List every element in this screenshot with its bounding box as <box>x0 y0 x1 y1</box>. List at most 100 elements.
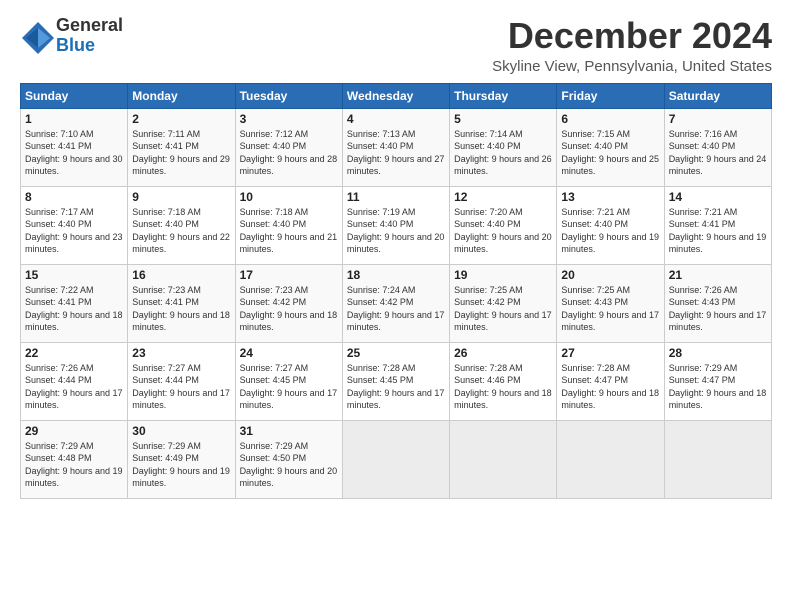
col-friday: Friday <box>557 83 664 108</box>
table-row: 18 Sunrise: 7:24 AMSunset: 4:42 PMDayligh… <box>342 264 449 342</box>
table-row: 23Sunrise: 7:27 AMSunset: 4:44 PMDayligh… <box>128 342 235 420</box>
day-info: Sunrise: 7:10 AMSunset: 4:41 PMDaylight:… <box>25 128 123 178</box>
day-info: Sunrise: 7:23 AMSunset: 4:42 PMDaylight:… <box>240 284 338 334</box>
table-row <box>342 420 449 498</box>
table-row: 26 Sunrise: 7:28 AMSunset: 4:46 PMDayligh… <box>450 342 557 420</box>
calendar-week-row: 1 Sunrise: 7:10 AMSunset: 4:41 PMDaylight… <box>21 108 772 186</box>
day-info: Sunrise: 7:11 AMSunset: 4:41 PMDaylight:… <box>132 128 230 178</box>
day-number: 12 <box>454 190 552 204</box>
day-info: Sunrise: 7:12 AMSunset: 4:40 PMDaylight:… <box>240 128 338 178</box>
logo-blue-label: Blue <box>56 36 123 56</box>
day-number: 17 <box>240 268 338 282</box>
day-info: Sunrise: 7:28 AMSunset: 4:45 PMDaylight:… <box>347 362 445 412</box>
calendar-week-row: 8 Sunrise: 7:17 AMSunset: 4:40 PMDaylight… <box>21 186 772 264</box>
location-title: Skyline View, Pennsylvania, United State… <box>492 58 772 75</box>
day-info: Sunrise: 7:18 AMSunset: 4:40 PMDaylight:… <box>240 206 338 256</box>
table-row: 14 Sunrise: 7:21 AMSunset: 4:41 PMDayligh… <box>664 186 771 264</box>
col-wednesday: Wednesday <box>342 83 449 108</box>
calendar-week-row: 15 Sunrise: 7:22 AMSunset: 4:41 PMDayligh… <box>21 264 772 342</box>
day-number: 28 <box>669 346 767 360</box>
day-info: Sunrise: 7:25 AMSunset: 4:42 PMDaylight:… <box>454 284 552 334</box>
logo: General Blue <box>20 16 123 56</box>
table-row: 8 Sunrise: 7:17 AMSunset: 4:40 PMDaylight… <box>21 186 128 264</box>
table-row: 27Sunrise: 7:28 AMSunset: 4:47 PMDayligh… <box>557 342 664 420</box>
day-number: 18 <box>347 268 445 282</box>
table-row: 11Sunrise: 7:19 AMSunset: 4:40 PMDayligh… <box>342 186 449 264</box>
table-row: 7Sunrise: 7:16 AMSunset: 4:40 PMDaylight… <box>664 108 771 186</box>
day-number: 7 <box>669 112 767 126</box>
col-monday: Monday <box>128 83 235 108</box>
day-number: 19 <box>454 268 552 282</box>
day-info: Sunrise: 7:21 AMSunset: 4:41 PMDaylight:… <box>669 206 767 256</box>
day-number: 2 <box>132 112 230 126</box>
day-info: Sunrise: 7:14 AMSunset: 4:40 PMDaylight:… <box>454 128 552 178</box>
table-row <box>557 420 664 498</box>
table-row: 2 Sunrise: 7:11 AMSunset: 4:41 PMDaylight… <box>128 108 235 186</box>
day-number: 14 <box>669 190 767 204</box>
table-row: 17 Sunrise: 7:23 AMSunset: 4:42 PMDayligh… <box>235 264 342 342</box>
table-row: 28 Sunrise: 7:29 AMSunset: 4:47 PMDayligh… <box>664 342 771 420</box>
table-row: 3 Sunrise: 7:12 AMSunset: 4:40 PMDaylight… <box>235 108 342 186</box>
day-number: 30 <box>132 424 230 438</box>
table-row: 1 Sunrise: 7:10 AMSunset: 4:41 PMDaylight… <box>21 108 128 186</box>
col-tuesday: Tuesday <box>235 83 342 108</box>
day-info: Sunrise: 7:28 AMSunset: 4:47 PMDaylight:… <box>561 362 659 412</box>
day-number: 26 <box>454 346 552 360</box>
calendar-week-row: 22 Sunrise: 7:26 AMSunset: 4:44 PMDayligh… <box>21 342 772 420</box>
table-row: 31 Sunrise: 7:29 AMSunset: 4:50 PMDayligh… <box>235 420 342 498</box>
day-info: Sunrise: 7:29 AMSunset: 4:47 PMDaylight:… <box>669 362 767 412</box>
logo-general-label: General <box>56 16 123 36</box>
day-number: 21 <box>669 268 767 282</box>
day-info: Sunrise: 7:24 AMSunset: 4:42 PMDaylight:… <box>347 284 445 334</box>
day-info: Sunrise: 7:13 AMSunset: 4:40 PMDaylight:… <box>347 128 445 178</box>
table-row: 5 Sunrise: 7:14 AMSunset: 4:40 PMDaylight… <box>450 108 557 186</box>
table-row: 15 Sunrise: 7:22 AMSunset: 4:41 PMDayligh… <box>21 264 128 342</box>
day-info: Sunrise: 7:26 AMSunset: 4:43 PMDaylight:… <box>669 284 767 334</box>
table-row: 10 Sunrise: 7:18 AMSunset: 4:40 PMDayligh… <box>235 186 342 264</box>
day-number: 25 <box>347 346 445 360</box>
col-thursday: Thursday <box>450 83 557 108</box>
day-number: 10 <box>240 190 338 204</box>
day-info: Sunrise: 7:15 AMSunset: 4:40 PMDaylight:… <box>561 128 659 178</box>
day-info: Sunrise: 7:26 AMSunset: 4:44 PMDaylight:… <box>25 362 123 412</box>
day-number: 4 <box>347 112 445 126</box>
day-number: 11 <box>347 190 445 204</box>
day-info: Sunrise: 7:27 AMSunset: 4:44 PMDaylight:… <box>132 362 230 412</box>
day-number: 24 <box>240 346 338 360</box>
table-row: 24Sunrise: 7:27 AMSunset: 4:45 PMDayligh… <box>235 342 342 420</box>
table-row: 19 Sunrise: 7:25 AMSunset: 4:42 PMDayligh… <box>450 264 557 342</box>
day-info: Sunrise: 7:28 AMSunset: 4:46 PMDaylight:… <box>454 362 552 412</box>
calendar-week-row: 29 Sunrise: 7:29 AMSunset: 4:48 PMDayligh… <box>21 420 772 498</box>
day-info: Sunrise: 7:23 AMSunset: 4:41 PMDaylight:… <box>132 284 230 334</box>
day-info: Sunrise: 7:18 AMSunset: 4:40 PMDaylight:… <box>132 206 230 256</box>
day-info: Sunrise: 7:25 AMSunset: 4:43 PMDaylight:… <box>561 284 659 334</box>
title-block: December 2024 Skyline View, Pennsylvania… <box>492 16 772 75</box>
day-number: 8 <box>25 190 123 204</box>
table-row: 4 Sunrise: 7:13 AMSunset: 4:40 PMDaylight… <box>342 108 449 186</box>
day-info: Sunrise: 7:21 AMSunset: 4:40 PMDaylight:… <box>561 206 659 256</box>
day-number: 1 <box>25 112 123 126</box>
day-number: 20 <box>561 268 659 282</box>
day-number: 6 <box>561 112 659 126</box>
day-number: 16 <box>132 268 230 282</box>
table-row: 30 Sunrise: 7:29 AMSunset: 4:49 PMDayligh… <box>128 420 235 498</box>
table-row: 13Sunrise: 7:21 AMSunset: 4:40 PMDayligh… <box>557 186 664 264</box>
day-number: 3 <box>240 112 338 126</box>
day-number: 15 <box>25 268 123 282</box>
day-number: 22 <box>25 346 123 360</box>
col-saturday: Saturday <box>664 83 771 108</box>
table-row: 20 Sunrise: 7:25 AMSunset: 4:43 PMDayligh… <box>557 264 664 342</box>
day-number: 31 <box>240 424 338 438</box>
table-row: 16 Sunrise: 7:23 AMSunset: 4:41 PMDayligh… <box>128 264 235 342</box>
day-info: Sunrise: 7:17 AMSunset: 4:40 PMDaylight:… <box>25 206 123 256</box>
logo-icon <box>20 20 52 52</box>
day-info: Sunrise: 7:22 AMSunset: 4:41 PMDaylight:… <box>25 284 123 334</box>
day-number: 5 <box>454 112 552 126</box>
month-title: December 2024 <box>492 16 772 56</box>
col-sunday: Sunday <box>21 83 128 108</box>
day-info: Sunrise: 7:29 AMSunset: 4:48 PMDaylight:… <box>25 440 123 490</box>
day-info: Sunrise: 7:29 AMSunset: 4:49 PMDaylight:… <box>132 440 230 490</box>
logo-text: General Blue <box>56 16 123 56</box>
day-number: 29 <box>25 424 123 438</box>
day-info: Sunrise: 7:29 AMSunset: 4:50 PMDaylight:… <box>240 440 338 490</box>
